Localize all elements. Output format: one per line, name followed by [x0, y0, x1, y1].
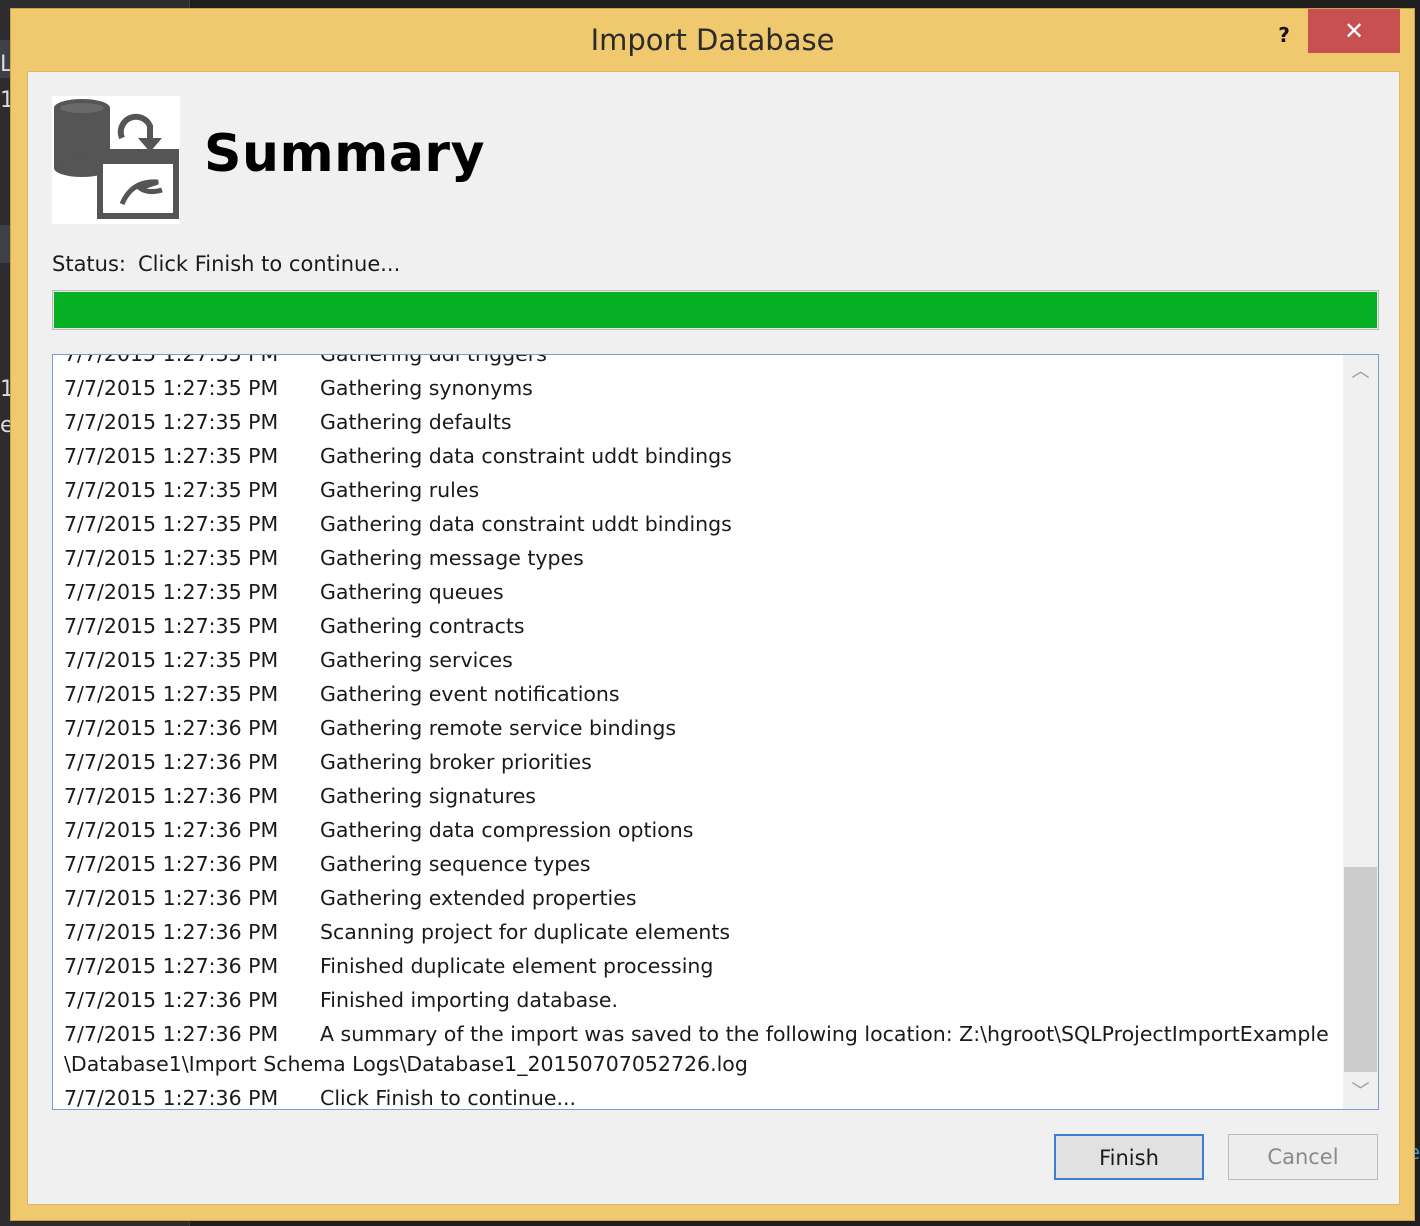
- log-message: Gathering data constraint uddt bindings: [320, 512, 732, 536]
- log-message: Gathering queues: [320, 580, 504, 604]
- log-message: Gathering data compression options: [320, 818, 694, 842]
- log-timestamp: 7/7/2015 1:27:35 PM: [64, 512, 279, 536]
- log-row: 7/7/2015 1:27:35 PM Gathering event notif…: [53, 678, 1341, 712]
- page-heading: Summary: [204, 124, 485, 184]
- database-import-icon: [52, 96, 180, 224]
- log-timestamp: 7/7/2015 1:27:36 PM: [64, 1022, 279, 1046]
- log-timestamp: 7/7/2015 1:27:36 PM: [64, 852, 279, 876]
- log-timestamp: 7/7/2015 1:27:35 PM: [64, 682, 279, 706]
- log-row: 7/7/2015 1:27:36 PM Finished duplicate el…: [53, 950, 1341, 984]
- log-list[interactable]: 7/7/2015 1:27:35 PM Gathering ddl trigger…: [52, 354, 1379, 1110]
- title-bar[interactable]: Import Database ? ✕: [11, 9, 1414, 71]
- log-row: 7/7/2015 1:27:36 PM A summary of the impo…: [53, 1018, 1341, 1082]
- log-message: Scanning project for duplicate elements: [320, 920, 731, 944]
- log-timestamp: 7/7/2015 1:27:35 PM: [64, 580, 279, 604]
- log-row: 7/7/2015 1:27:36 PM Gathering sequence ty…: [53, 848, 1341, 882]
- log-row: 7/7/2015 1:27:36 PM Finished importing da…: [53, 984, 1341, 1018]
- log-message: Gathering defaults: [320, 410, 512, 434]
- log-message: Gathering sequence types: [320, 852, 591, 876]
- log-message: Gathering rules: [320, 478, 480, 502]
- dialog-content: Summary Status: Click Finish to continue…: [27, 71, 1400, 1205]
- log-timestamp: 7/7/2015 1:27:36 PM: [64, 716, 279, 740]
- log-message-continuation: \Database1\Import Schema Logs\Database1_…: [64, 1052, 748, 1076]
- log-message: Gathering message types: [320, 546, 584, 570]
- log-message: Gathering event notifications: [320, 682, 620, 706]
- log-message: Gathering synonyms: [320, 376, 533, 400]
- log-timestamp: 7/7/2015 1:27:35 PM: [64, 478, 279, 502]
- log-row: 7/7/2015 1:27:36 PM Gathering remote serv…: [53, 712, 1341, 746]
- log-message: Gathering remote service bindings: [320, 716, 677, 740]
- log-row: 7/7/2015 1:27:36 PM Scanning project for …: [53, 916, 1341, 950]
- progress-bar: [52, 290, 1379, 330]
- finish-button[interactable]: Finish: [1054, 1134, 1204, 1180]
- log-message: Gathering services: [320, 648, 513, 672]
- close-button[interactable]: ✕: [1308, 9, 1400, 53]
- log-row: 7/7/2015 1:27:36 PM Gathering data compre…: [53, 814, 1341, 848]
- progress-bar-fill: [54, 292, 1377, 328]
- log-timestamp: 7/7/2015 1:27:35 PM: [64, 354, 279, 366]
- status-text: Click Finish to continue...: [138, 252, 401, 276]
- log-row: 7/7/2015 1:27:35 PM Gathering data constr…: [53, 508, 1341, 542]
- log-row: 7/7/2015 1:27:35 PM Gathering rules: [53, 474, 1341, 508]
- import-database-dialog: Import Database ? ✕ Summary Status: Clic…: [10, 8, 1415, 1221]
- log-row: 7/7/2015 1:27:36 PM Gathering signatures: [53, 780, 1341, 814]
- log-timestamp: 7/7/2015 1:27:36 PM: [64, 954, 279, 978]
- log-timestamp: 7/7/2015 1:27:35 PM: [64, 546, 279, 570]
- log-timestamp: 7/7/2015 1:27:35 PM: [64, 614, 279, 638]
- log-timestamp: 7/7/2015 1:27:36 PM: [64, 988, 279, 1012]
- log-list-content: 7/7/2015 1:27:35 PM Gathering ddl trigger…: [53, 354, 1341, 1110]
- log-message: Gathering signatures: [320, 784, 536, 808]
- log-timestamp: 7/7/2015 1:27:36 PM: [64, 886, 279, 910]
- help-button[interactable]: ?: [1264, 15, 1304, 55]
- log-row: 7/7/2015 1:27:36 PM Click Finish to conti…: [53, 1082, 1341, 1110]
- vertical-scrollbar[interactable]: ︿ ﹀: [1343, 355, 1378, 1109]
- log-message: Finished importing database.: [320, 988, 618, 1012]
- log-row: 7/7/2015 1:27:36 PM Gathering extended pr…: [53, 882, 1341, 916]
- cancel-button[interactable]: Cancel: [1228, 1134, 1378, 1180]
- log-message: Gathering extended properties: [320, 886, 637, 910]
- log-row: 7/7/2015 1:27:35 PM Gathering defaults: [53, 406, 1341, 440]
- log-message: Gathering broker priorities: [320, 750, 592, 774]
- log-message: Gathering ddl triggers: [320, 354, 547, 366]
- log-row: 7/7/2015 1:27:35 PM Gathering ddl trigger…: [53, 354, 1341, 372]
- log-message: A summary of the import was saved to the…: [320, 1022, 1329, 1046]
- log-row: 7/7/2015 1:27:35 PM Gathering synonyms: [53, 372, 1341, 406]
- log-timestamp: 7/7/2015 1:27:35 PM: [64, 444, 279, 468]
- log-timestamp: 7/7/2015 1:27:35 PM: [64, 410, 279, 434]
- log-timestamp: 7/7/2015 1:27:36 PM: [64, 818, 279, 842]
- log-timestamp: 7/7/2015 1:27:36 PM: [64, 750, 279, 774]
- dialog-title: Import Database: [590, 23, 835, 57]
- chevron-up-icon[interactable]: ︿: [1343, 355, 1378, 389]
- log-message: Finished duplicate element processing: [320, 954, 714, 978]
- log-timestamp: 7/7/2015 1:27:35 PM: [64, 648, 279, 672]
- scrollbar-thumb[interactable]: [1344, 867, 1377, 1072]
- log-row: 7/7/2015 1:27:36 PM Gathering broker prio…: [53, 746, 1341, 780]
- log-row: 7/7/2015 1:27:35 PM Gathering data constr…: [53, 440, 1341, 474]
- log-row: 7/7/2015 1:27:35 PM Gathering contracts: [53, 610, 1341, 644]
- chevron-down-icon[interactable]: ﹀: [1343, 1075, 1378, 1109]
- log-message: Gathering data constraint uddt bindings: [320, 444, 732, 468]
- log-row: 7/7/2015 1:27:35 PM Gathering queues: [53, 576, 1341, 610]
- log-row: 7/7/2015 1:27:35 PM Gathering services: [53, 644, 1341, 678]
- status-label: Status:: [52, 252, 126, 276]
- log-timestamp: 7/7/2015 1:27:36 PM: [64, 784, 279, 808]
- log-row: 7/7/2015 1:27:35 PM Gathering message typ…: [53, 542, 1341, 576]
- log-timestamp: 7/7/2015 1:27:35 PM: [64, 376, 279, 400]
- log-timestamp: 7/7/2015 1:27:36 PM: [64, 1086, 279, 1110]
- log-timestamp: 7/7/2015 1:27:36 PM: [64, 920, 279, 944]
- log-message: Click Finish to continue...: [320, 1086, 577, 1110]
- log-message: Gathering contracts: [320, 614, 525, 638]
